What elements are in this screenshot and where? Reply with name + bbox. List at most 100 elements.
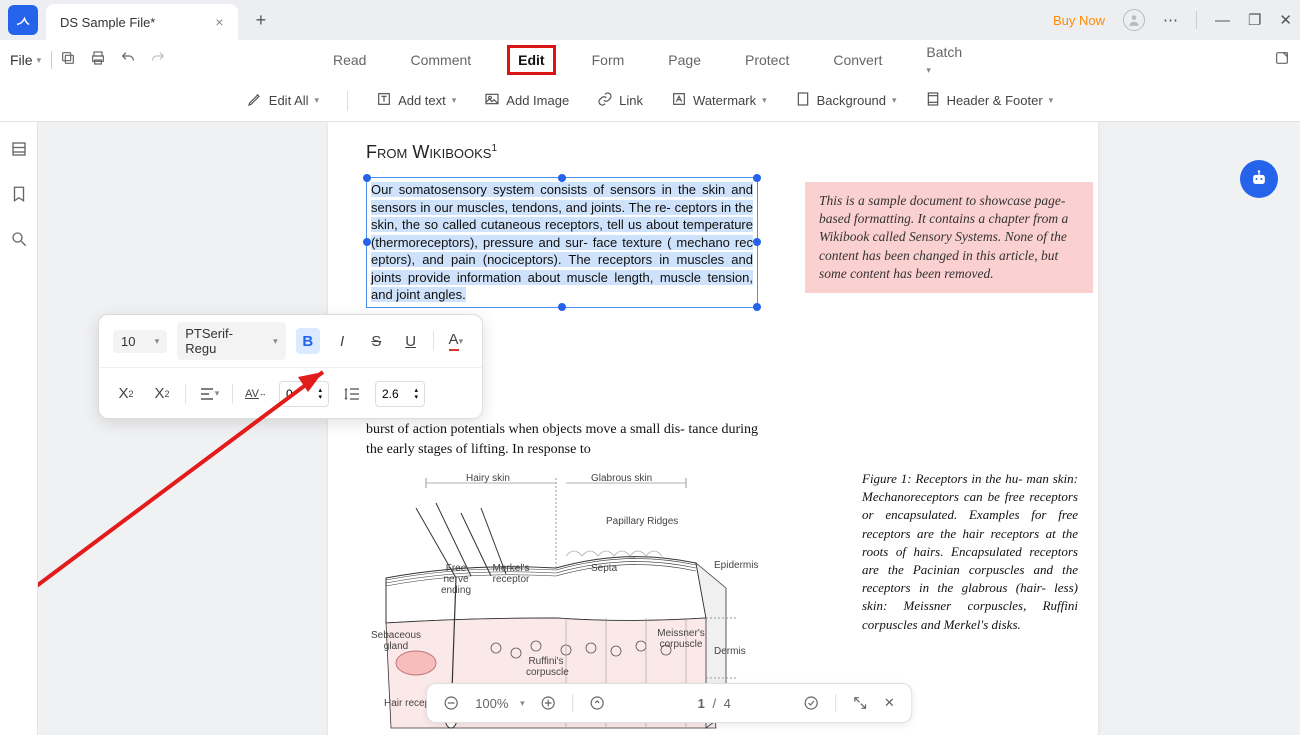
file-menu[interactable]: File▾ [10,52,41,68]
read-mode-button[interactable] [803,695,819,711]
diagram-label: Septa [591,563,617,574]
ai-assistant-button[interactable] [1240,160,1278,198]
resize-handle[interactable] [363,238,371,246]
text-icon [376,91,392,110]
link-icon [597,91,613,110]
divider [573,694,574,712]
tab-protect[interactable]: Protect [737,48,797,72]
info-note-box: This is a sample document to showcase pa… [805,182,1093,293]
resize-handle[interactable] [753,238,761,246]
diagram-label: Epidermis [714,560,758,571]
diagram-label: Hairy skin [466,473,510,484]
header-footer-button[interactable]: Header & Footer▾ [925,91,1054,110]
tab-read[interactable]: Read [325,48,374,72]
header-footer-icon [925,91,941,110]
divider [185,384,186,404]
thumbnails-icon[interactable] [10,140,28,163]
tab-comment[interactable]: Comment [402,48,479,72]
link-button[interactable]: Link [597,91,643,110]
share-icon[interactable] [1274,50,1290,71]
divider [1196,11,1197,29]
resize-handle[interactable] [753,174,761,182]
zoom-level[interactable]: 100% ▾ [475,696,524,711]
line-spacing-input[interactable]: 2.6▴▾ [375,381,425,407]
fit-page-button[interactable] [590,695,606,711]
zoom-in-button[interactable] [541,695,557,711]
undo-icon[interactable] [120,50,136,71]
maximize-button[interactable]: ❐ [1248,11,1261,29]
tab-batch[interactable]: Batch ▾ [918,40,975,80]
italic-button[interactable]: I [330,328,354,354]
tab-form[interactable]: Form [584,48,633,72]
document-canvas[interactable]: From Wikibooks1 Our somatosensory system… [38,122,1300,735]
user-avatar-icon[interactable] [1123,9,1145,31]
buy-now-link[interactable]: Buy Now [1053,13,1105,28]
watermark-icon [671,91,687,110]
underline-button[interactable]: U [398,328,422,354]
workspace: From Wikibooks1 Our somatosensory system… [0,122,1300,735]
font-size-select[interactable]: 10 ▾ [113,330,167,353]
more-icon[interactable]: ⋯ [1163,11,1178,29]
main-tabs: Read Comment Edit Form Page Protect Conv… [325,40,975,80]
bookmark-icon[interactable] [10,185,28,208]
align-button[interactable]: ▾ [196,381,222,407]
background-button[interactable]: Background▾ [795,91,897,110]
add-image-button[interactable]: Add Image [484,91,569,110]
edit-toolbar: Edit All▾ Add text▾ Add Image Link Water… [0,80,1300,122]
resize-handle[interactable] [753,303,761,311]
page: From Wikibooks1 Our somatosensory system… [328,122,1098,735]
tab-page[interactable]: Page [660,48,709,72]
edit-all-button[interactable]: Edit All▾ [247,91,319,110]
search-icon[interactable] [10,230,28,253]
selected-text-block[interactable]: Our somatosensory system consists of sen… [366,177,758,308]
close-statusbar-button[interactable]: ✕ [884,695,895,711]
font-family-select[interactable]: PTSerif-Regu ▾ [177,322,285,360]
diagram-label: Dermis [714,646,746,657]
zoom-out-button[interactable] [443,695,459,711]
resize-handle[interactable] [558,174,566,182]
diagram-label: Meissner's corpuscle [656,628,706,650]
page-indicator[interactable]: 1 / 4 [698,696,731,711]
bold-button[interactable]: B [296,328,320,354]
tab-edit[interactable]: Edit [507,45,555,75]
menubar: File▾ Read Comment Edit Form Page Protec… [0,40,1300,80]
left-sidebar [0,122,38,735]
subscript-button[interactable]: X2 [149,381,175,407]
add-text-button[interactable]: Add text▾ [376,91,456,110]
fullscreen-button[interactable] [852,695,868,711]
resize-handle[interactable] [363,174,371,182]
font-color-button[interactable]: A ▾ [444,328,468,354]
divider [51,51,52,69]
print-icon[interactable] [90,50,106,71]
selected-text[interactable]: Our somatosensory system consists of sen… [371,182,753,302]
divider [347,91,348,111]
pencil-icon [247,91,263,110]
redo-icon[interactable] [150,50,166,71]
document-tab[interactable]: DS Sample File* × [46,4,238,40]
figure-caption: Figure 1: Receptors in the hu- man skin:… [862,470,1078,634]
diagram-label: Free nerve ending [436,563,476,596]
char-spacing-input[interactable]: 0▴▾ [279,381,329,407]
diagram-label: Papillary Ridges [606,516,678,527]
watermark-button[interactable]: Watermark▾ [671,91,767,110]
copy-icon[interactable] [60,50,76,71]
diagram-label: Ruffini's corpuscle [526,656,566,678]
char-spacing-icon: AV↔ [243,381,269,407]
body-text: burst of action potentials when objects … [366,420,758,459]
divider [232,384,233,404]
tab-title: DS Sample File* [60,15,155,30]
superscript-button[interactable]: X2 [113,381,139,407]
add-tab-button[interactable]: + [256,10,267,31]
close-tab-icon[interactable]: × [215,14,223,30]
diagram-label: Sebaceous gland [371,630,421,652]
tab-convert[interactable]: Convert [825,48,890,72]
image-icon [484,91,500,110]
app-logo [8,5,38,35]
resize-handle[interactable] [558,303,566,311]
status-bar: 100% ▾ 1 / 4 ✕ [426,683,912,723]
divider [835,694,836,712]
minimize-button[interactable]: — [1215,12,1230,29]
titlebar: DS Sample File* × + Buy Now ⋯ — ❐ ✕ [0,0,1300,40]
close-window-button[interactable]: ✕ [1279,11,1292,29]
strikethrough-button[interactable]: S [364,328,388,354]
